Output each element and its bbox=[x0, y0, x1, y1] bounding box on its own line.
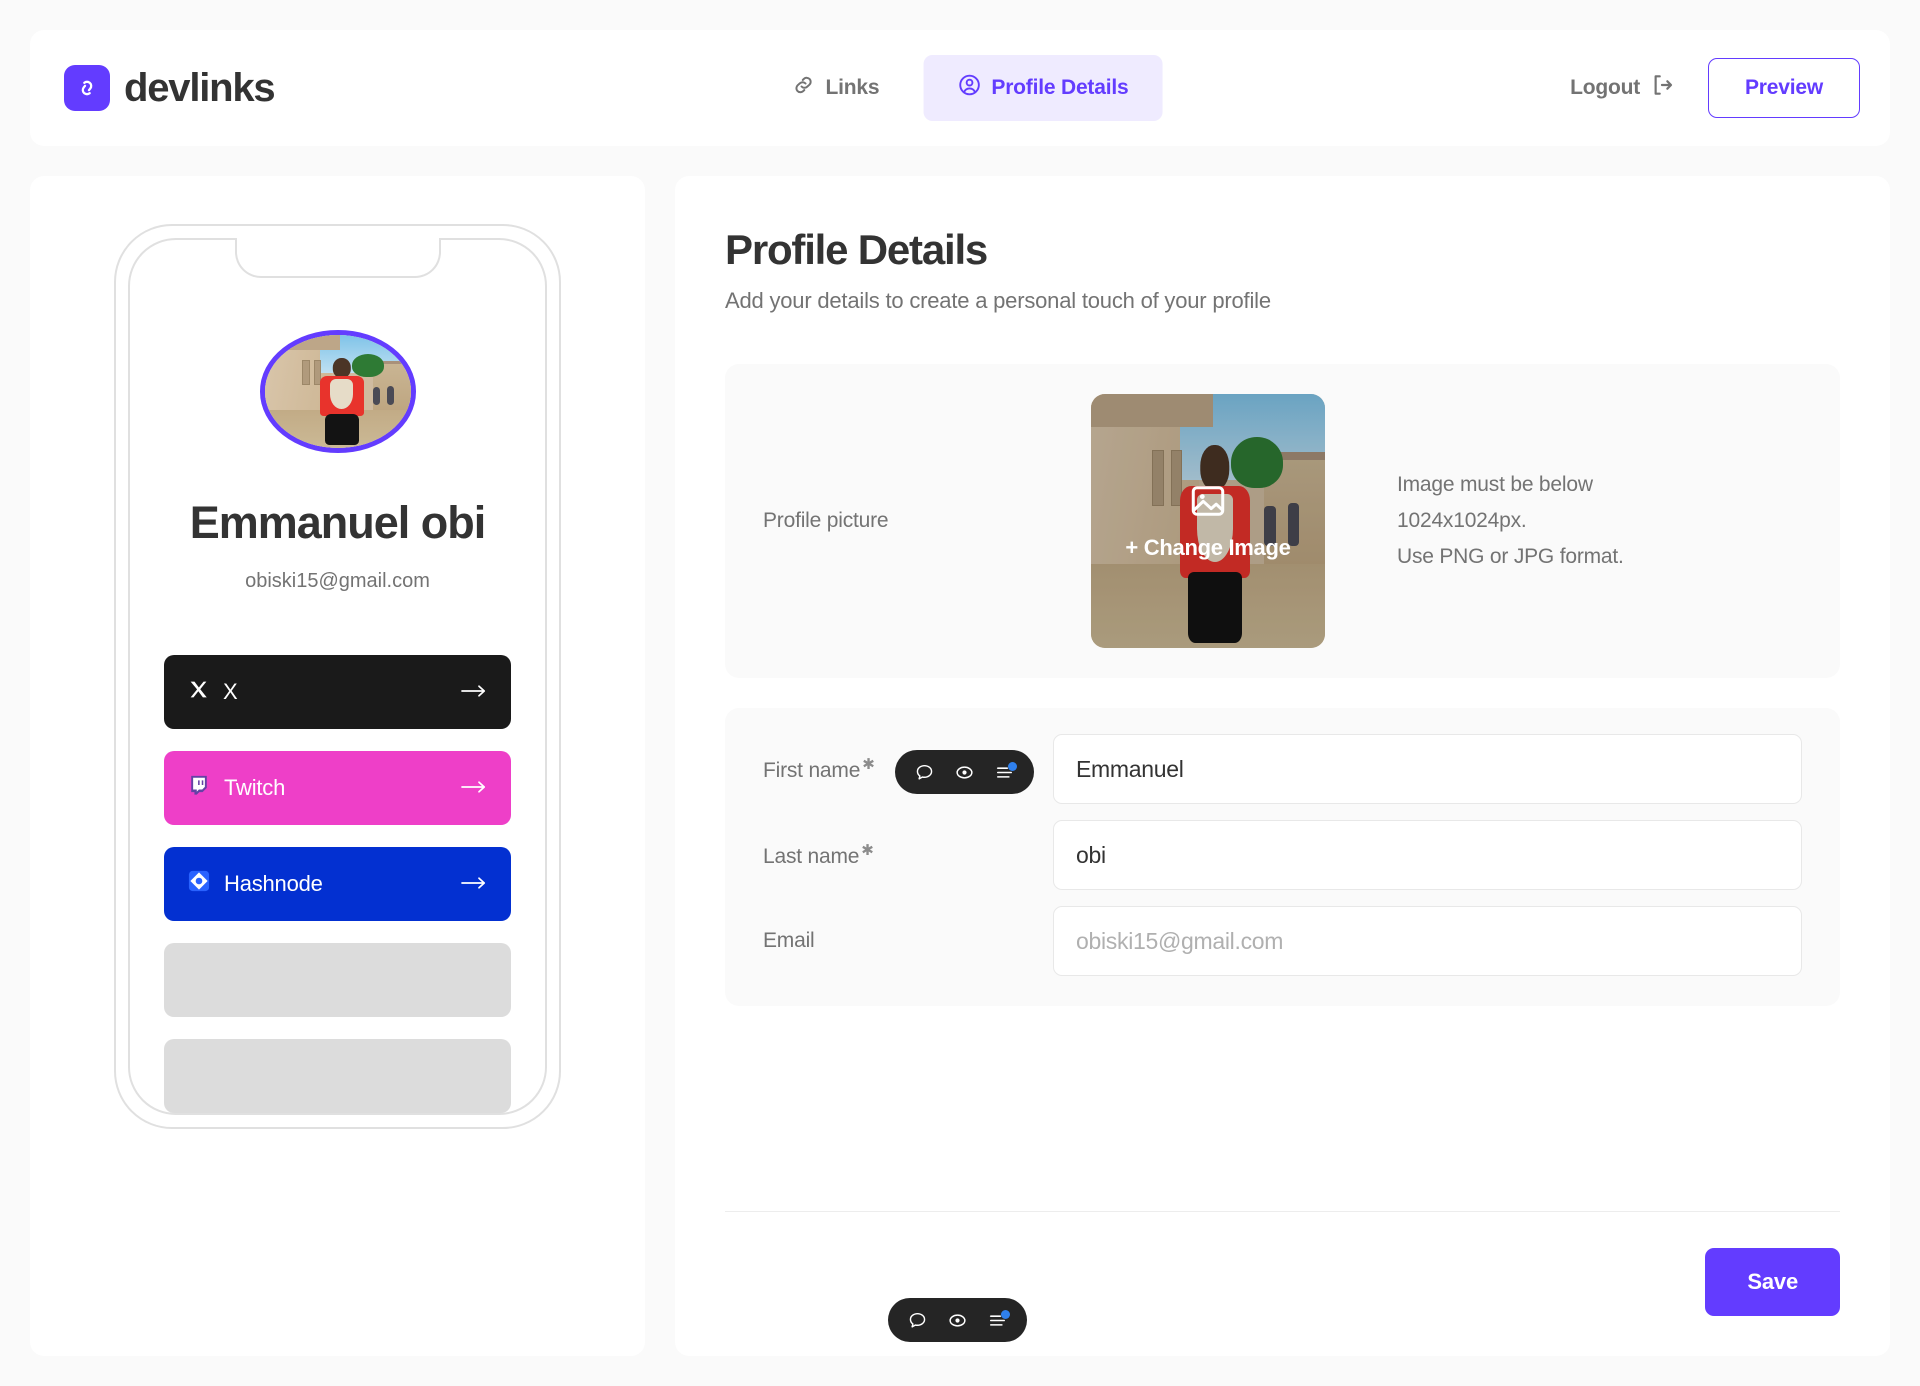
menu-lines-icon[interactable] bbox=[988, 1309, 1010, 1330]
menu-lines-icon[interactable] bbox=[995, 761, 1017, 782]
chat-bubble-icon[interactable] bbox=[915, 763, 934, 782]
save-button[interactable]: Save bbox=[1705, 1248, 1840, 1316]
hashnode-logo-icon bbox=[188, 870, 210, 898]
email-label: Email bbox=[763, 929, 1053, 953]
user-circle-icon bbox=[957, 73, 981, 103]
app-header: devlinks Links Profile Details Logout Pr… bbox=[30, 30, 1890, 146]
eye-icon[interactable] bbox=[947, 1310, 968, 1331]
brand-name: devlinks bbox=[124, 65, 276, 110]
preview-link-twitch[interactable]: Twitch bbox=[164, 751, 511, 825]
phone-frame: Emmanuel obi obiski15@gmail.com X Twitch… bbox=[114, 224, 561, 1129]
preview-link-label: Twitch bbox=[224, 775, 286, 800]
change-image-label: + Change Image bbox=[1125, 534, 1291, 560]
arrow-right-icon bbox=[461, 679, 487, 705]
logout-label: Logout bbox=[1570, 76, 1640, 99]
form-row-last-name: Last name ✱ bbox=[763, 820, 1802, 890]
header-actions: Logout Preview bbox=[1570, 58, 1860, 118]
page-title: Profile Details bbox=[725, 226, 988, 273]
profile-form-section: First name✱ Last name✱ Email bbox=[725, 708, 1840, 1006]
hint-line-2: 1024x1024px. bbox=[1397, 508, 1527, 532]
chain-link-icon bbox=[792, 73, 816, 103]
change-image-button[interactable]: + Change Image bbox=[1091, 394, 1325, 648]
floating-toolbar bbox=[895, 750, 1034, 794]
email-input[interactable] bbox=[1053, 906, 1802, 976]
profile-picture-hint: Image must be below 1024x1024px. Use PNG… bbox=[1397, 467, 1624, 575]
brand-logo[interactable]: devlinks bbox=[64, 65, 276, 111]
preview-profile-email: obiski15@gmail.com bbox=[245, 570, 430, 592]
profile-picture-label: Profile picture bbox=[763, 509, 889, 532]
floating-toolbar bbox=[888, 1298, 1027, 1342]
preview-link-x[interactable]: X bbox=[164, 655, 511, 729]
last-name-label-text: Last name bbox=[763, 845, 860, 868]
notification-badge bbox=[1008, 761, 1017, 771]
required-asterisk: ✱ bbox=[861, 842, 874, 859]
eye-icon[interactable] bbox=[954, 762, 975, 783]
page-subtitle: Add your details to create a personal to… bbox=[725, 288, 1271, 313]
tab-profile-details-label: Profile Details bbox=[991, 76, 1129, 99]
avatar bbox=[259, 330, 416, 453]
header-nav: Links Profile Details bbox=[758, 55, 1163, 121]
tab-profile-details[interactable]: Profile Details bbox=[923, 55, 1163, 121]
logout-arrow-icon bbox=[1650, 72, 1676, 104]
required-asterisk: ✱ bbox=[862, 756, 875, 773]
form-row-email: Email bbox=[763, 906, 1802, 976]
app-root: devlinks Links Profile Details Logout Pr… bbox=[0, 0, 1920, 1386]
preview-link-empty-slot bbox=[164, 943, 511, 1017]
preview-links-list: X Twitch Hashnode bbox=[130, 655, 545, 1113]
profile-details-panel: Profile Details Add your details to crea… bbox=[675, 176, 1890, 1356]
tab-links-label: Links bbox=[825, 76, 880, 99]
last-name-label: Last name ✱ bbox=[763, 841, 1053, 869]
image-upload-icon bbox=[1189, 482, 1227, 525]
email-label-text: Email bbox=[763, 929, 815, 952]
preview-profile-name: Emmanuel obi bbox=[189, 496, 487, 548]
first-name-input[interactable] bbox=[1053, 734, 1802, 804]
change-image-overlay: + Change Image bbox=[1091, 394, 1325, 648]
profile-picture-section: Profile picture + Change Image Image mus… bbox=[725, 364, 1840, 678]
phone-notch bbox=[234, 238, 441, 278]
x-logo-icon bbox=[188, 679, 209, 706]
preview-link-hashnode[interactable]: Hashnode bbox=[164, 847, 511, 921]
preview-link-label: Hashnode bbox=[224, 871, 323, 896]
notification-badge bbox=[1001, 1309, 1010, 1319]
first-name-label-text: First name bbox=[763, 759, 861, 782]
last-name-input[interactable] bbox=[1053, 820, 1802, 890]
phone-preview-panel: Emmanuel obi obiski15@gmail.com X Twitch… bbox=[30, 176, 645, 1356]
chat-bubble-icon[interactable] bbox=[908, 1311, 927, 1330]
arrow-right-icon bbox=[461, 775, 487, 801]
tab-links[interactable]: Links bbox=[758, 55, 914, 121]
arrow-right-icon bbox=[461, 871, 487, 897]
logout-button[interactable]: Logout bbox=[1570, 72, 1676, 104]
twitch-logo-icon bbox=[188, 774, 210, 802]
hint-line-3: Use PNG or JPG format. bbox=[1397, 545, 1624, 569]
preview-button[interactable]: Preview bbox=[1708, 58, 1860, 118]
chain-link-icon bbox=[64, 65, 110, 111]
preview-link-label: X bbox=[223, 679, 238, 704]
hint-line-1: Image must be below bbox=[1397, 472, 1593, 496]
preview-link-empty-slot bbox=[164, 1039, 511, 1113]
phone-screen: Emmanuel obi obiski15@gmail.com X Twitch… bbox=[128, 238, 547, 1115]
